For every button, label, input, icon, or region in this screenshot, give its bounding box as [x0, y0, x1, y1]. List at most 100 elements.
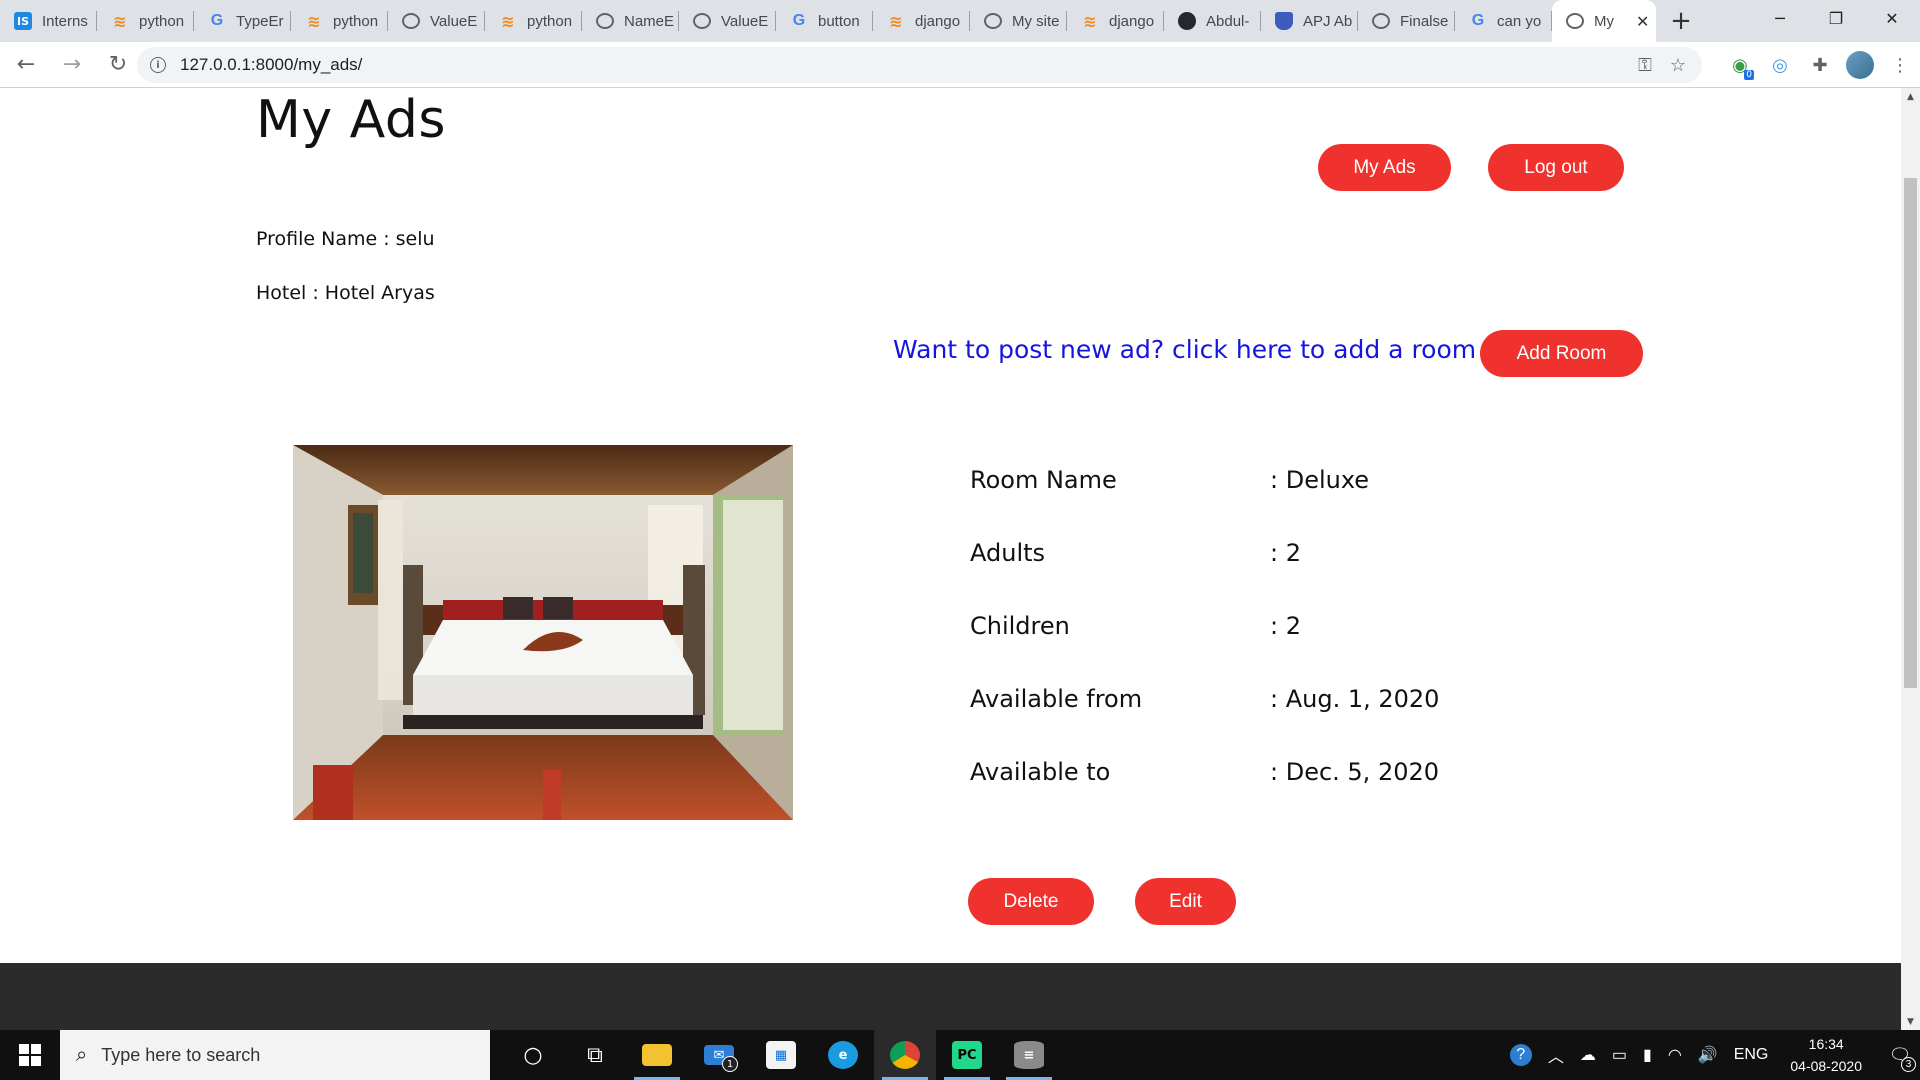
- children-label: Children: [970, 612, 1070, 640]
- google-icon: G: [792, 12, 806, 29]
- taskbar-search-box[interactable]: ⌕ Type here to search: [60, 1030, 490, 1080]
- room-name-value: : Deluxe: [1270, 466, 1370, 494]
- back-arrow-icon[interactable]: ←: [6, 45, 46, 85]
- windows-taskbar: ⌕ Type here to search ○ ⧉ ✉ 1 ▦ e PC ≡ ? …: [0, 1030, 1920, 1080]
- browser-tab[interactable]: Gbutton: [776, 0, 873, 42]
- restore-icon[interactable]: ❐: [1808, 0, 1864, 36]
- clock[interactable]: 16:34 04-08-2020: [1790, 1033, 1862, 1077]
- page-viewport: My Ads My Ads Log out Profile Name : sel…: [0, 88, 1920, 1030]
- extension-icon[interactable]: ◎: [1760, 55, 1800, 76]
- bookmark-star-icon[interactable]: ☆: [1670, 55, 1686, 76]
- search-icon: ⌕: [76, 1043, 88, 1066]
- globe-icon: [1566, 13, 1584, 29]
- task-view-icon[interactable]: ⧉: [564, 1030, 626, 1080]
- stackoverflow-icon: ≋: [307, 11, 321, 31]
- display-icon[interactable]: ▭: [1612, 1045, 1627, 1065]
- edit-button[interactable]: Edit: [1135, 878, 1236, 925]
- clock-date: 04-08-2020: [1790, 1058, 1862, 1074]
- edge-icon[interactable]: e: [812, 1030, 874, 1080]
- scroll-up-icon[interactable]: ▲: [1901, 88, 1920, 105]
- browser-tab-active[interactable]: My ✕: [1552, 0, 1656, 42]
- logout-button[interactable]: Log out: [1488, 144, 1624, 191]
- mail-icon[interactable]: ✉ 1: [688, 1030, 750, 1080]
- window-controls: ─ ❐ ✕: [1752, 0, 1920, 36]
- address-bar[interactable]: i 127.0.0.1:8000/my_ads/ ⚿ ☆: [137, 47, 1702, 83]
- file-explorer-icon[interactable]: [626, 1030, 688, 1080]
- available-from-label: Available from: [970, 685, 1143, 713]
- help-icon[interactable]: ?: [1509, 1044, 1532, 1066]
- onedrive-icon[interactable]: ☁: [1580, 1045, 1596, 1065]
- browser-tab[interactable]: ≋ python: [97, 0, 194, 42]
- profile-name-text: Profile Name : selu: [256, 228, 435, 250]
- browser-tab[interactable]: Finalse: [1358, 0, 1455, 42]
- chevron-up-icon[interactable]: ︿: [1548, 1043, 1564, 1067]
- hotel-name-text: Hotel : Hotel Aryas: [256, 282, 435, 304]
- globe-icon: [596, 13, 614, 29]
- delete-button[interactable]: Delete: [968, 878, 1094, 925]
- browser-tab[interactable]: G TypeEr: [194, 0, 291, 42]
- browser-tab[interactable]: ValueE: [679, 0, 776, 42]
- pycharm-icon[interactable]: PC: [936, 1030, 998, 1080]
- stackoverflow-icon: ≋: [1083, 11, 1097, 31]
- reload-icon[interactable]: ↻: [98, 45, 138, 85]
- browser-tab[interactable]: ≋ python: [291, 0, 388, 42]
- address-url[interactable]: 127.0.0.1:8000/my_ads/: [180, 55, 362, 75]
- browser-tab[interactable]: Gcan yo: [1455, 0, 1552, 42]
- browser-tab[interactable]: ValueE: [388, 0, 485, 42]
- wifi-icon[interactable]: ◠: [1668, 1045, 1682, 1065]
- menu-kebab-icon[interactable]: ⋮: [1880, 55, 1920, 76]
- forward-arrow-icon[interactable]: →: [52, 45, 92, 85]
- close-tab-icon[interactable]: ✕: [1636, 12, 1649, 31]
- adults-value: : 2: [1270, 539, 1301, 567]
- battery-icon[interactable]: ▮: [1643, 1045, 1652, 1065]
- add-room-button[interactable]: Add Room: [1480, 330, 1643, 377]
- google-icon: G: [210, 12, 224, 29]
- page-title: My Ads: [256, 90, 446, 150]
- room-name-label: Room Name: [970, 466, 1117, 494]
- browser-tab-strip: IS Interns ≋ python G TypeEr ≋ python ValueE…: [0, 0, 1920, 42]
- available-to-value: : Dec. 5, 2020: [1270, 758, 1440, 786]
- globe-icon: [693, 13, 711, 29]
- browser-tab[interactable]: NameE: [582, 0, 679, 42]
- available-to-label: Available to: [970, 758, 1111, 786]
- browser-tab[interactable]: My site: [970, 0, 1067, 42]
- extension-icon[interactable]: ◉ 0: [1720, 55, 1760, 80]
- my-ads-button[interactable]: My Ads: [1318, 144, 1451, 191]
- browser-tab[interactable]: APJ Ab: [1261, 0, 1358, 42]
- add-room-link[interactable]: Want to post new ad? click here to add a…: [893, 335, 1476, 364]
- scroll-down-icon[interactable]: ▼: [1901, 1013, 1920, 1030]
- browser-tab[interactable]: ≋ python: [485, 0, 582, 42]
- adults-label: Adults: [970, 539, 1046, 567]
- profile-avatar[interactable]: [1846, 51, 1874, 79]
- extensions-area: ◉ 0 ◎ ✚ ⋮: [1720, 48, 1920, 82]
- room-image: [293, 445, 793, 820]
- close-window-icon[interactable]: ✕: [1864, 0, 1920, 36]
- site-info-icon[interactable]: i: [150, 57, 166, 73]
- language-indicator[interactable]: ENG: [1734, 1046, 1769, 1064]
- windows-logo-icon: [19, 1044, 41, 1066]
- page-scrollbar[interactable]: ▲ ▼: [1901, 88, 1920, 1030]
- google-icon: G: [1471, 12, 1485, 29]
- clock-time: 16:34: [1808, 1036, 1844, 1052]
- volume-icon[interactable]: 🔊: [1698, 1045, 1718, 1065]
- globe-icon: [1372, 13, 1390, 29]
- database-icon[interactable]: ≡: [998, 1030, 1060, 1080]
- minimize-icon[interactable]: ─: [1752, 0, 1808, 36]
- globe-icon: [984, 13, 1002, 29]
- key-icon[interactable]: ⚿: [1638, 55, 1652, 76]
- stackoverflow-icon: ≋: [889, 11, 903, 31]
- shield-icon: [1275, 12, 1293, 30]
- chrome-icon[interactable]: [874, 1030, 936, 1080]
- children-value: : 2: [1270, 612, 1301, 640]
- notifications-icon[interactable]: 🗨 3: [1880, 1030, 1920, 1080]
- browser-tab[interactable]: Abdul-: [1164, 0, 1261, 42]
- store-icon[interactable]: ▦: [750, 1030, 812, 1080]
- new-tab-button[interactable]: +: [1656, 0, 1706, 42]
- puzzle-extensions-icon[interactable]: ✚: [1800, 55, 1840, 76]
- browser-tab[interactable]: ≋ django: [873, 0, 970, 42]
- scrollbar-thumb[interactable]: [1904, 178, 1917, 688]
- browser-tab[interactable]: ≋ django: [1067, 0, 1164, 42]
- cortana-icon[interactable]: ○: [502, 1030, 564, 1080]
- start-button[interactable]: [0, 1030, 60, 1080]
- browser-tab[interactable]: IS Interns: [0, 0, 97, 42]
